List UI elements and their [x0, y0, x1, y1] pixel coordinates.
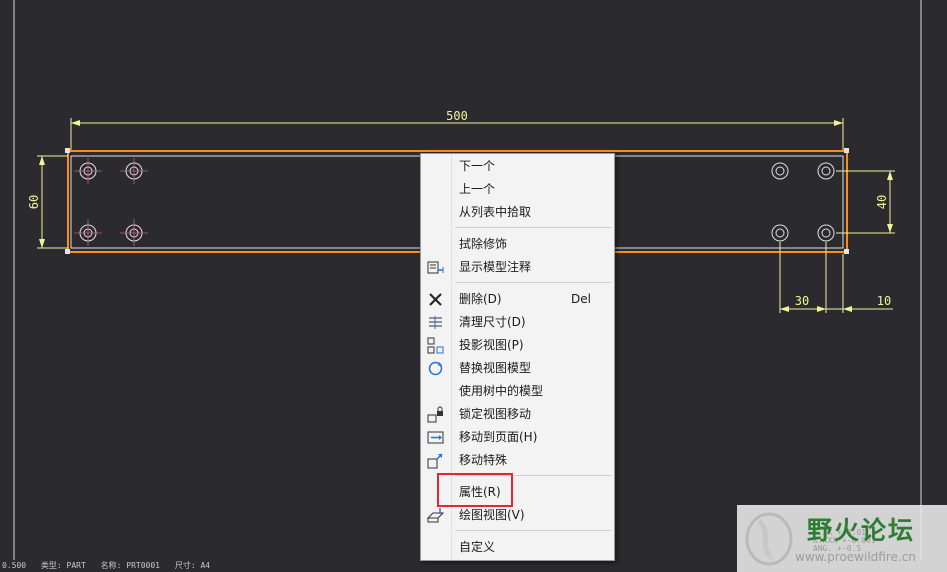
- move-to-sheet-icon: [427, 431, 444, 444]
- cleanup-dimension-icon: [429, 316, 442, 329]
- hole-group-left: [79, 162, 143, 242]
- sheet-size: 尺寸: A4: [174, 561, 211, 570]
- dimension-60-text[interactable]: 60: [27, 195, 41, 209]
- menu-item-cleanup-dimensions[interactable]: 清理尺寸(D): [421, 311, 614, 333]
- menu-item-replace-view-model[interactable]: 替换视图模型: [421, 357, 614, 379]
- delete-shortcut: Del: [571, 292, 591, 306]
- selection-handle-bl[interactable]: [65, 249, 70, 254]
- forum-watermark: X.XX +-0.01 X.XXX +-0.001 ANG. +-0.5 野火论…: [737, 505, 947, 572]
- menu-item-move-to-sheet[interactable]: 移动到页面(H): [421, 426, 614, 448]
- watermark-title: 野火论坛: [807, 516, 916, 545]
- highlight-box: [437, 473, 513, 507]
- status-bar: 0.500 类型: PART 名称: PRT0001 尺寸: A4: [2, 560, 220, 572]
- dimension-500-text[interactable]: 500: [446, 109, 468, 123]
- dimension-10-text[interactable]: 10: [877, 294, 891, 308]
- dimension-60[interactable]: [37, 155, 68, 249]
- menu-item-move-special[interactable]: 移动特殊: [421, 449, 614, 471]
- show-annotation-icon: [427, 261, 444, 274]
- move-special-icon: [427, 453, 443, 469]
- lock-view-icon: [427, 406, 443, 423]
- scale-value: 0.500: [2, 561, 27, 570]
- dimension-30-text[interactable]: 30: [795, 294, 809, 308]
- center-marks-left: [74, 158, 148, 246]
- menu-item-pick-from-list[interactable]: 从列表中拾取: [421, 201, 614, 223]
- watermark-logo-icon: [745, 512, 793, 566]
- menu-item-next[interactable]: 下一个: [421, 155, 614, 177]
- model-name: 名称: PRT0001: [100, 561, 161, 570]
- selection-handle-tr[interactable]: [844, 148, 849, 153]
- watermark-url: www.proewildfire.cn: [795, 550, 916, 564]
- menu-separator: [455, 530, 611, 531]
- selection-handle-br[interactable]: [844, 249, 849, 254]
- selection-handle-tl[interactable]: [65, 148, 70, 153]
- menu-item-projection-view[interactable]: 投影视图(P): [421, 334, 614, 356]
- menu-item-erase-cosmetic[interactable]: 拭除修饰: [421, 233, 614, 255]
- menu-item-drawing-view[interactable]: 绘图视图(V): [421, 504, 614, 526]
- replace-model-icon: [428, 361, 443, 376]
- hole-group-right: [771, 162, 835, 242]
- menu-item-delete[interactable]: 删除(D) Del: [421, 288, 614, 310]
- menu-separator: [455, 282, 611, 283]
- menu-item-show-model-annotations[interactable]: 显示模型注释: [421, 256, 614, 278]
- drawing-view-icon: [427, 508, 444, 523]
- menu-item-use-model-in-tree[interactable]: 使用树中的模型: [421, 380, 614, 402]
- menu-item-previous[interactable]: 上一个: [421, 178, 614, 200]
- menu-item-customize[interactable]: 自定义: [421, 536, 614, 558]
- delete-x-icon: [429, 293, 442, 306]
- menu-separator: [455, 227, 611, 228]
- model-type: 类型: PART: [40, 561, 86, 570]
- projection-view-icon: [427, 337, 444, 354]
- menu-item-lock-view-movement[interactable]: 锁定视图移动: [421, 403, 614, 425]
- dimension-40-text[interactable]: 40: [875, 195, 889, 209]
